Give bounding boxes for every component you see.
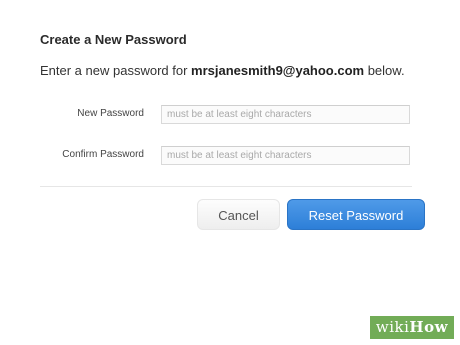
new-password-field[interactable] <box>161 105 410 124</box>
cancel-button[interactable]: Cancel <box>197 199 280 230</box>
reset-password-button[interactable]: Reset Password <box>287 199 425 230</box>
new-password-label: New Password <box>77 108 144 119</box>
watermark-wiki: wiki <box>375 317 410 336</box>
confirm-password-label: Confirm Password <box>62 149 144 160</box>
dialog-instructions: Enter a new password for mrsjanesmith9@y… <box>40 63 405 78</box>
dialog-title: Create a New Password <box>40 32 187 47</box>
instructions-suffix: below. <box>364 63 405 78</box>
account-email: mrsjanesmith9@yahoo.com <box>191 63 365 78</box>
divider <box>40 186 412 187</box>
wikihow-logo: wikiHow <box>369 315 454 339</box>
create-password-dialog: Create a New Password Enter a new passwo… <box>0 0 460 345</box>
watermark-how: How <box>409 317 448 336</box>
wikihow-watermark: wikiHow <box>369 313 454 341</box>
confirm-password-field[interactable] <box>161 146 410 165</box>
instructions-prefix: Enter a new password for <box>40 63 192 78</box>
